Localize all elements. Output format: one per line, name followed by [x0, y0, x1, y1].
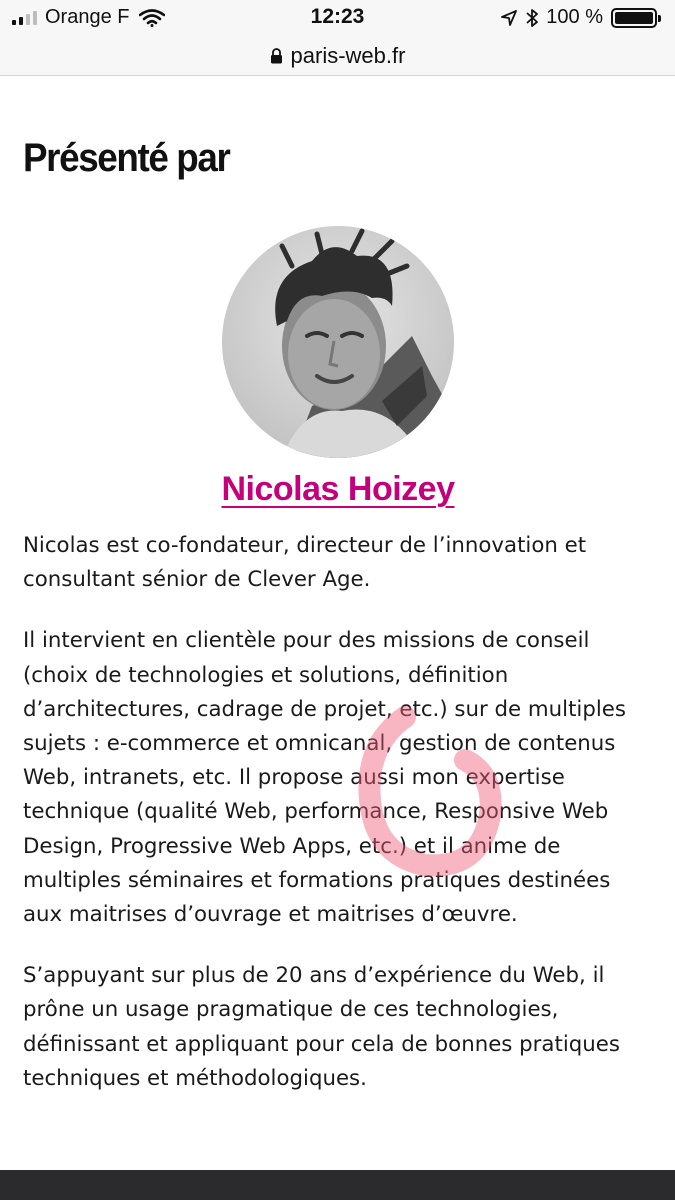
status-right: 100 % [500, 6, 663, 29]
bio-paragraph: Nicolas est co-fondateur, directeur de l… [23, 533, 587, 593]
location-arrow-icon [501, 9, 518, 26]
bio-paragraph: Il intervient en clientèle pour des miss… [23, 628, 626, 928]
section-title: Présenté par [23, 136, 231, 180]
bio-paragraph: S’appuyant sur plus de 20 ans d’expérien… [23, 963, 620, 1091]
bluetooth-icon [526, 8, 539, 27]
address-bar[interactable]: paris-web.fr [0, 36, 675, 76]
status-bar: Orange F 12:23 100 % [0, 0, 675, 36]
battery-icon [611, 7, 661, 28]
speaker-avatar [222, 226, 454, 458]
speaker-bio: Nicolas est co-fondateur, directeur de l… [23, 529, 653, 1096]
page-content: Présenté par Nicolas Hoizey Nicolas est … [23, 76, 653, 1123]
battery-percent: 100 % [546, 6, 603, 28]
speaker-name-link[interactable]: Nicolas Hoizey [23, 470, 653, 509]
footer-bar [0, 1170, 675, 1200]
lock-icon [270, 47, 282, 63]
url-text[interactable]: paris-web.fr [291, 43, 406, 69]
